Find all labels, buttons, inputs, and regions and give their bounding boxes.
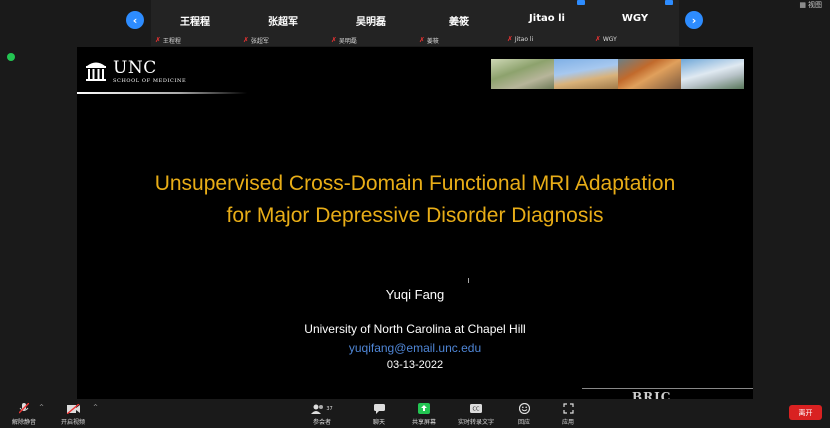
apps-icon: [561, 403, 575, 414]
participant-tile[interactable]: Jitao li ✗ Jitao li: [503, 0, 591, 46]
participant-label: ✗ 姜筱: [419, 36, 439, 46]
shared-slide: UNC SCHOOL OF MEDICINE Unsupervised Cros…: [77, 47, 753, 399]
participant-label: ✗ WGY: [595, 35, 617, 44]
apps-button[interactable]: 应用: [561, 403, 575, 426]
bric-logo: BRIC: [632, 390, 672, 399]
participant-tile[interactable]: 王程程 ✗ 王程程: [151, 0, 239, 46]
mic-muted-icon: ✗: [419, 36, 425, 44]
participant-name: 姜筱: [449, 17, 469, 28]
participant-tile[interactable]: WGY ✗ WGY: [591, 0, 679, 46]
campus-photo: [491, 59, 555, 89]
participant-name: WGY: [621, 13, 649, 24]
mic-muted-icon: ✗: [331, 36, 337, 44]
participant-label: ✗ Jitao li: [507, 35, 534, 44]
view-button[interactable]: ▦ 视图: [799, 0, 822, 10]
svg-text:CC: CC: [473, 407, 480, 413]
mic-muted-icon: ✗: [243, 36, 249, 44]
author-email: yuqifang@email.unc.edu: [348, 341, 482, 355]
security-shield-icon[interactable]: [7, 53, 15, 61]
autumn-campus-photo: [617, 59, 681, 89]
bell-tower-photo: [554, 59, 618, 89]
live-transcript-button[interactable]: CC 实时转录文字: [458, 403, 494, 426]
slide-title: Unsupervised Cross-Domain Functional MRI…: [77, 168, 753, 232]
smiley-icon: [517, 403, 531, 414]
meeting-toolbar: 解除静音 ^ 开启视频 ^ 37 参会者 聊天 共享屏幕 CC 实时转录文字 回…: [0, 401, 830, 428]
mic-muted-icon: ✗: [595, 35, 601, 43]
chat-icon: [372, 403, 386, 414]
reactions-button[interactable]: 回应: [517, 403, 531, 426]
unc-logo: UNC SCHOOL OF MEDICINE: [85, 59, 186, 84]
microphone-muted-icon: [17, 403, 31, 414]
participants-icon: 37: [311, 403, 333, 414]
closed-caption-icon: CC: [469, 403, 483, 414]
affiliation: University of North Carolina at Chapel H…: [304, 322, 526, 336]
next-page-button[interactable]: ›: [685, 11, 703, 29]
camera-off-icon: [66, 403, 80, 414]
header-divider: [77, 92, 247, 94]
participant-strip: ‹ 王程程 ✗ 王程程 张超军 ✗ 张超军 吴明磊 ✗ 吴明磊 姜筱 ✗ 姜筱 Jita…: [0, 0, 830, 46]
screen-share-badge-icon: [665, 0, 673, 5]
footer-divider: [582, 388, 753, 389]
participant-name: 吴明磊: [356, 17, 386, 28]
campus-photo-strip: [491, 59, 744, 89]
author-name: Yuqi Fang: [385, 287, 445, 302]
old-well-icon: [85, 59, 107, 83]
presentation-date: 03-13-2022: [386, 359, 444, 371]
video-options-chevron-icon[interactable]: ^: [93, 404, 98, 411]
mic-muted-icon: ✗: [155, 36, 161, 44]
org-subtitle: SCHOOL OF MEDICINE: [113, 78, 187, 84]
view-label: 视图: [808, 1, 822, 9]
previous-page-button[interactable]: ‹: [126, 11, 144, 29]
participant-label: ✗ 张超军: [243, 36, 269, 46]
chat-button[interactable]: 聊天: [372, 403, 386, 426]
unmute-button[interactable]: 解除静音: [12, 403, 36, 426]
mouse-cursor-icon: [468, 278, 472, 283]
participant-name: 张超军: [268, 17, 298, 28]
participants-count: 37: [326, 405, 333, 412]
participant-tile[interactable]: 张超军 ✗ 张超军: [239, 0, 327, 46]
slide-title-line-2: for Major Depressive Disorder Diagnosis: [226, 204, 604, 227]
slide-title-line-1: Unsupervised Cross-Domain Functional MRI…: [154, 172, 676, 195]
participant-label: ✗ 王程程: [155, 36, 181, 46]
old-well-photo: [680, 59, 744, 89]
participant-label: ✗ 吴明磊: [331, 36, 357, 46]
start-video-button[interactable]: 开启视频: [61, 403, 85, 426]
grid-view-icon: ▦: [799, 1, 806, 9]
participant-tile[interactable]: 姜筱 ✗ 姜筱: [415, 0, 503, 46]
participant-name: 王程程: [180, 17, 210, 28]
participant-name: Jitao li: [529, 13, 565, 24]
participant-tile[interactable]: 吴明磊 ✗ 吴明磊: [327, 0, 415, 46]
screen-share-badge-icon: [577, 0, 585, 5]
leave-meeting-button[interactable]: 离开: [789, 405, 822, 420]
org-name: UNC: [113, 58, 157, 78]
participants-button[interactable]: 37 参会者: [311, 403, 333, 426]
share-screen-button[interactable]: 共享屏幕: [412, 403, 436, 426]
share-screen-icon: [417, 403, 431, 414]
mute-options-chevron-icon[interactable]: ^: [39, 404, 44, 411]
mic-muted-icon: ✗: [507, 35, 513, 43]
